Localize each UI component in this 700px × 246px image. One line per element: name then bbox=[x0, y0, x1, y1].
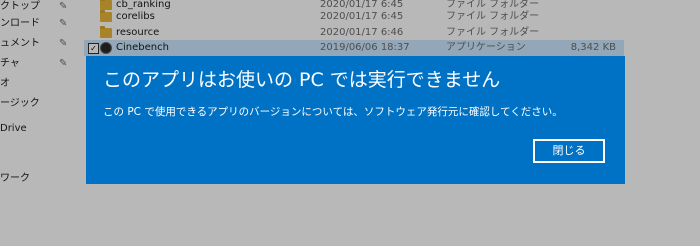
error-dialog: このアプリはお使いの PC では実行できません この PC で使用できるアプリの… bbox=[86, 56, 625, 184]
dialog-message: この PC で使用できるアプリのバージョンについては、ソフトウェア発行元に確認し… bbox=[103, 106, 563, 118]
dialog-title: このアプリはお使いの PC では実行できません bbox=[103, 69, 501, 91]
close-button[interactable]: 閉じる bbox=[533, 139, 605, 163]
